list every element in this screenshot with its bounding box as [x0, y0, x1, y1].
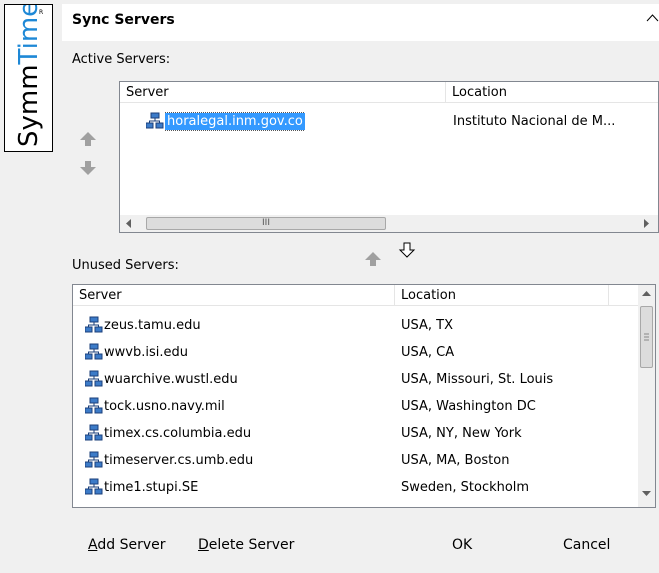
active-list-header: Server Location: [120, 82, 658, 103]
section-title: Sync Servers: [72, 12, 175, 28]
column-header-location[interactable]: Location: [446, 82, 658, 103]
server-name: timeserver.cs.umb.edu: [104, 453, 254, 468]
chevron-up-icon[interactable]: [646, 12, 659, 26]
network-server-icon: [84, 397, 103, 415]
network-server-icon: [145, 112, 164, 130]
active-servers-list[interactable]: Server Location horalegal.inm.gov.co Ins…: [119, 81, 659, 233]
ok-button[interactable]: OK: [452, 533, 472, 557]
scroll-up-icon[interactable]: [642, 291, 651, 297]
server-location: USA, MA, Boston: [401, 453, 510, 468]
server-location: USA, CA: [401, 345, 455, 360]
table-row[interactable]: wwvb.isi.edu USA, CA: [73, 339, 638, 366]
column-header-location[interactable]: Location: [395, 285, 609, 306]
scroll-down-icon[interactable]: [642, 491, 651, 497]
table-row[interactable]: zeus.tamu.edu USA, TX: [73, 312, 638, 339]
server-location: Sweden, Stockholm: [401, 480, 530, 495]
server-location: USA, Washington DC: [401, 399, 536, 414]
active-servers-label: Active Servers:: [72, 52, 171, 67]
arrow-down-icon[interactable]: [398, 242, 416, 263]
scroll-thumb[interactable]: [640, 306, 653, 368]
table-row[interactable]: time1.stupi.SE Sweden, Stockholm: [73, 474, 638, 501]
network-server-icon: [84, 451, 103, 469]
column-header-server[interactable]: Server: [73, 285, 395, 306]
arrow-up-icon[interactable]: [79, 131, 97, 151]
server-name: wuarchive.wustl.edu: [104, 372, 238, 387]
cancel-button[interactable]: Cancel: [563, 533, 610, 557]
network-server-icon: [84, 424, 103, 442]
arrow-down-icon[interactable]: [79, 160, 97, 180]
server-location: Instituto Nacional de M...: [453, 114, 616, 129]
server-name: wwvb.isi.edu: [104, 345, 188, 360]
server-name: horalegal.inm.gov.co: [165, 112, 305, 131]
delete-server-button[interactable]: Delete Server: [198, 533, 294, 557]
server-name: time1.stupi.SE: [104, 480, 199, 495]
table-row[interactable]: timeserver.cs.umb.edu USA, MA, Boston: [73, 447, 638, 474]
server-name: zeus.tamu.edu: [104, 318, 201, 333]
network-server-icon: [84, 316, 103, 334]
network-server-icon: [84, 343, 103, 361]
server-name: tock.usno.navy.mil: [104, 399, 225, 414]
unused-servers-list[interactable]: Server Location zeus.tamu.edu USA, TX ww…: [72, 284, 656, 508]
server-location: USA, TX: [401, 318, 454, 333]
network-server-icon: [84, 370, 103, 388]
column-header-server[interactable]: Server: [120, 82, 446, 103]
scroll-thumb[interactable]: III: [146, 217, 386, 230]
server-location: USA, Missouri, St. Louis: [401, 372, 554, 387]
scroll-left-icon[interactable]: [126, 219, 132, 228]
network-server-icon: [84, 478, 103, 496]
table-row[interactable]: wuarchive.wustl.edu USA, Missouri, St. L…: [73, 366, 638, 393]
scroll-right-icon[interactable]: [644, 219, 650, 228]
table-row[interactable]: tock.usno.navy.mil USA, Washington DC: [73, 393, 638, 420]
unused-list-header: Server Location: [73, 285, 638, 306]
arrow-up-icon[interactable]: [364, 251, 382, 271]
table-row[interactable]: timex.cs.columbia.edu USA, NY, New York: [73, 420, 638, 447]
add-server-button[interactable]: Add Server: [88, 533, 165, 557]
vertical-scrollbar[interactable]: [638, 285, 655, 507]
symmtime-logo: R SymmTime: [4, 4, 53, 152]
horizontal-scrollbar[interactable]: III: [120, 215, 658, 232]
server-location: USA, NY, New York: [401, 426, 522, 441]
svg-text:SymmTime: SymmTime: [14, 5, 44, 147]
unused-servers-label: Unused Servers:: [72, 258, 179, 273]
server-name: timex.cs.columbia.edu: [104, 426, 252, 441]
table-row[interactable]: horalegal.inm.gov.co Instituto Nacional …: [120, 108, 658, 135]
